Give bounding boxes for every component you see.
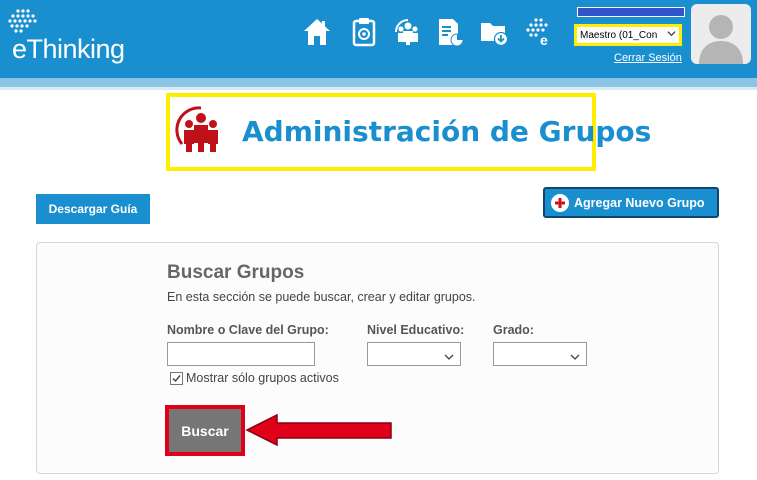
active-groups-checkbox[interactable] [170,371,183,385]
page-title-box: Administración de Grupos [166,93,651,171]
home-icon[interactable] [303,17,331,47]
chevron-down-icon [444,349,454,360]
education-level-select[interactable] [367,342,461,366]
education-level-label: Nivel Educativo: [367,323,465,337]
active-groups-label: Mostrar sólo grupos activos [186,371,339,385]
user-name-bar [577,7,685,17]
ethinking-logo[interactable]: eThinking [4,8,154,68]
chevron-down-icon [570,349,580,360]
search-description: En esta sección se puede buscar, crear y… [167,290,476,304]
chevron-down-icon [667,29,676,40]
red-arrow-annotation [245,413,392,447]
role-select-value: Maestro (01_Con [580,29,658,41]
add-group-button[interactable]: Agregar Nuevo Grupo [543,187,719,218]
clipboard-icon[interactable] [350,17,378,47]
download-guide-button[interactable]: Descargar Guía [36,194,150,224]
report-icon[interactable] [436,17,464,47]
grade-select[interactable] [493,342,587,366]
group-name-input[interactable] [167,342,315,366]
grade-label: Grado: [493,323,534,337]
user-silhouette-icon [699,15,743,64]
plus-icon [551,193,569,212]
header-stripe [0,78,757,87]
role-select[interactable]: Maestro (01_Con [574,24,682,46]
active-groups-option: Mostrar sólo grupos activos [170,371,339,385]
page-title: Administración de Grupos [242,115,652,148]
groups-icon[interactable] [393,17,421,47]
search-title: Buscar Grupos [167,262,305,283]
folder-download-icon[interactable] [479,17,509,47]
e-network-icon[interactable]: e [524,17,552,48]
logout-link[interactable]: Cerrar Sesión [614,52,682,64]
add-group-label: Agregar Nuevo Grupo [574,195,705,210]
search-button[interactable]: Buscar [165,405,245,456]
check-icon [172,374,181,382]
header-stripe-light [0,87,757,90]
svg-text:e: e [540,32,548,47]
group-name-label: Nombre o Clave del Grupo: [167,323,329,337]
logo-text: eThinking [12,34,125,64]
avatar[interactable] [691,4,751,64]
app-header: eThinking e Maestro (01_Con Cerrar Sesió… [0,0,757,78]
groups-icon [175,106,218,152]
